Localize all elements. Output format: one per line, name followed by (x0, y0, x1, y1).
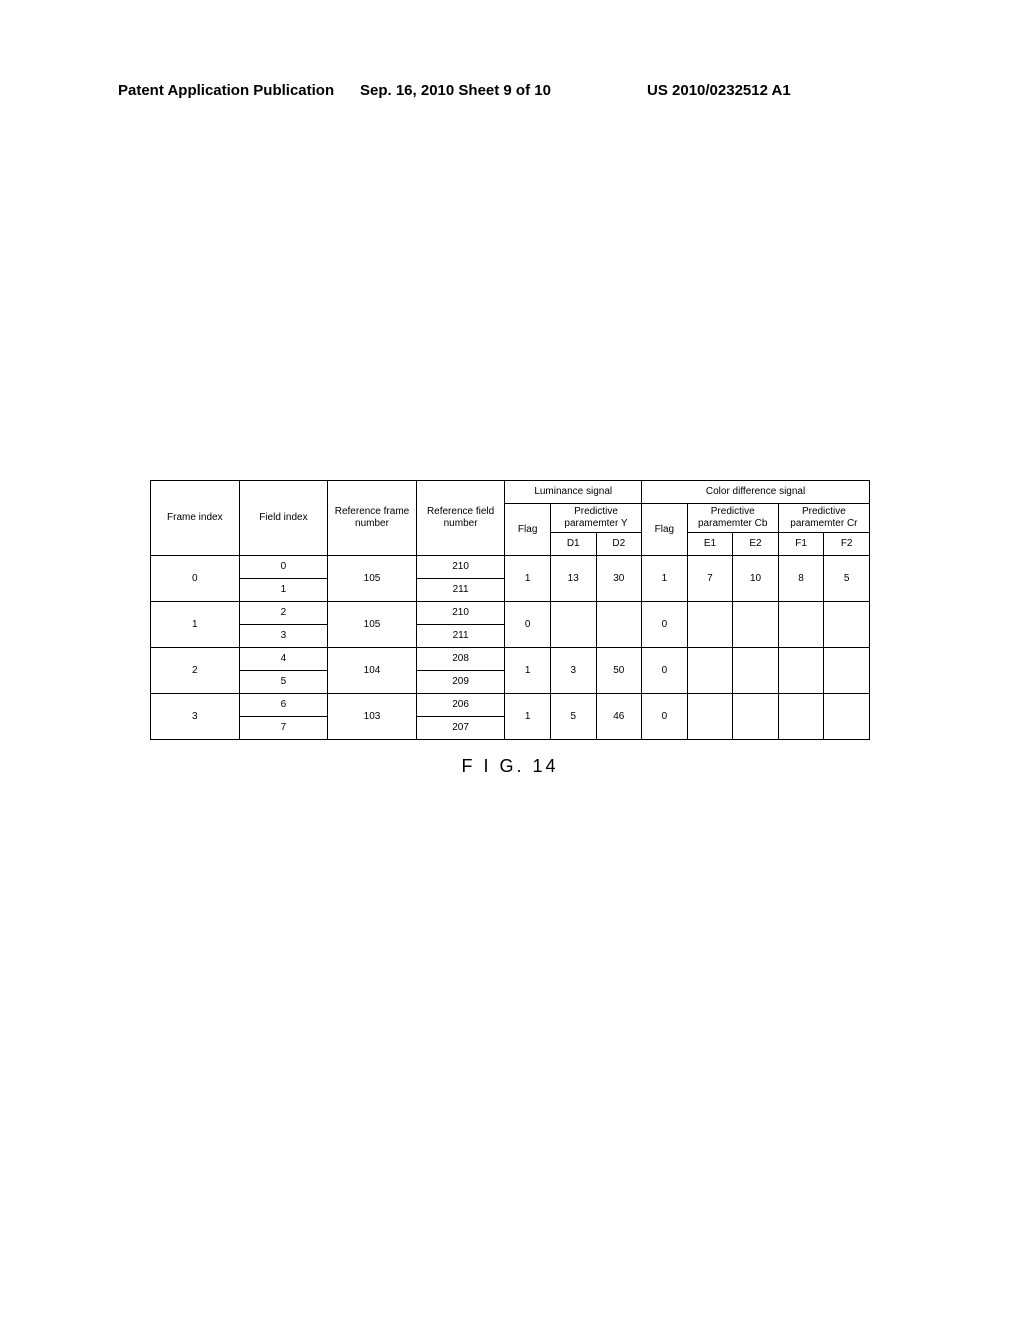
cell-d2: 46 (596, 694, 642, 740)
col-frame-index: Frame index (151, 481, 240, 556)
figure-caption: F I G. 14 (150, 756, 870, 777)
col-d2: D2 (596, 533, 642, 556)
cell-ref-frame: 105 (328, 602, 417, 648)
cell-e1 (687, 648, 733, 694)
cell-d1 (550, 602, 596, 648)
figure-14-table: Frame index Field index Reference frame … (150, 480, 870, 740)
cell-ref-frame: 105 (328, 556, 417, 602)
cell-e2 (733, 648, 779, 694)
cell-e2 (733, 602, 779, 648)
cell-ref-field: 211 (416, 579, 505, 602)
cell-lum-flag: 1 (505, 694, 551, 740)
col-luminance-group: Luminance signal (505, 481, 642, 504)
publication-number: US 2010/0232512 A1 (647, 82, 791, 99)
cell-ref-field: 210 (416, 556, 505, 579)
col-ref-frame: Reference frame number (328, 481, 417, 556)
cell-field-index: 7 (239, 717, 328, 740)
cell-ref-field: 210 (416, 602, 505, 625)
cell-f1 (778, 648, 824, 694)
cell-e2 (733, 694, 779, 740)
table-header: Frame index Field index Reference frame … (151, 481, 870, 556)
figure-14: Frame index Field index Reference frame … (150, 480, 870, 777)
publication-date-sheet: Sep. 16, 2010 Sheet 9 of 10 (360, 82, 551, 99)
cell-d1: 13 (550, 556, 596, 602)
cell-frame-index: 3 (151, 694, 240, 740)
cell-ref-field: 208 (416, 648, 505, 671)
col-pred-y: Predictive paramemter Y (550, 504, 641, 533)
cell-f1: 8 (778, 556, 824, 602)
cell-frame-index: 0 (151, 556, 240, 602)
cell-cdiff-flag: 0 (642, 694, 688, 740)
col-cdiff-flag: Flag (642, 504, 688, 556)
cell-d1: 5 (550, 694, 596, 740)
cell-frame-index: 2 (151, 648, 240, 694)
cell-field-index: 6 (239, 694, 328, 717)
cell-e2: 10 (733, 556, 779, 602)
publication-type: Patent Application Publication (118, 82, 334, 99)
cell-lum-flag: 1 (505, 556, 551, 602)
cell-e1 (687, 694, 733, 740)
table-row: 0 0 105 210 1 13 30 1 7 10 8 5 (151, 556, 870, 579)
col-pred-cb: Predictive paramemter Cb (687, 504, 778, 533)
col-field-index: Field index (239, 481, 328, 556)
cell-e1: 7 (687, 556, 733, 602)
cell-frame-index: 1 (151, 602, 240, 648)
col-lum-flag: Flag (505, 504, 551, 556)
cell-cdiff-flag: 0 (642, 648, 688, 694)
col-f2: F2 (824, 533, 870, 556)
cell-ref-frame: 104 (328, 648, 417, 694)
cell-ref-frame: 103 (328, 694, 417, 740)
cell-f1 (778, 602, 824, 648)
col-e1: E1 (687, 533, 733, 556)
cell-field-index: 4 (239, 648, 328, 671)
cell-field-index: 2 (239, 602, 328, 625)
cell-field-index: 5 (239, 671, 328, 694)
cell-d2: 30 (596, 556, 642, 602)
cell-ref-field: 211 (416, 625, 505, 648)
col-ref-field: Reference field number (416, 481, 505, 556)
cell-cdiff-flag: 1 (642, 556, 688, 602)
cell-d2 (596, 602, 642, 648)
cell-f2 (824, 602, 870, 648)
cell-lum-flag: 1 (505, 648, 551, 694)
col-e2: E2 (733, 533, 779, 556)
table-row: 3 6 103 206 1 5 46 0 (151, 694, 870, 717)
col-pred-cr: Predictive paramemter Cr (778, 504, 869, 533)
cell-lum-flag: 0 (505, 602, 551, 648)
col-colordiff-group: Color difference signal (642, 481, 870, 504)
cell-ref-field: 207 (416, 717, 505, 740)
cell-f2 (824, 694, 870, 740)
col-d1: D1 (550, 533, 596, 556)
table-body: 0 0 105 210 1 13 30 1 7 10 8 5 1 211 1 2 (151, 556, 870, 740)
cell-f1 (778, 694, 824, 740)
table-row: 2 4 104 208 1 3 50 0 (151, 648, 870, 671)
cell-cdiff-flag: 0 (642, 602, 688, 648)
cell-f2: 5 (824, 556, 870, 602)
cell-field-index: 0 (239, 556, 328, 579)
table-row: 1 2 105 210 0 0 (151, 602, 870, 625)
col-f1: F1 (778, 533, 824, 556)
cell-field-index: 3 (239, 625, 328, 648)
cell-e1 (687, 602, 733, 648)
cell-d1: 3 (550, 648, 596, 694)
cell-ref-field: 206 (416, 694, 505, 717)
cell-ref-field: 209 (416, 671, 505, 694)
cell-f2 (824, 648, 870, 694)
cell-d2: 50 (596, 648, 642, 694)
cell-field-index: 1 (239, 579, 328, 602)
